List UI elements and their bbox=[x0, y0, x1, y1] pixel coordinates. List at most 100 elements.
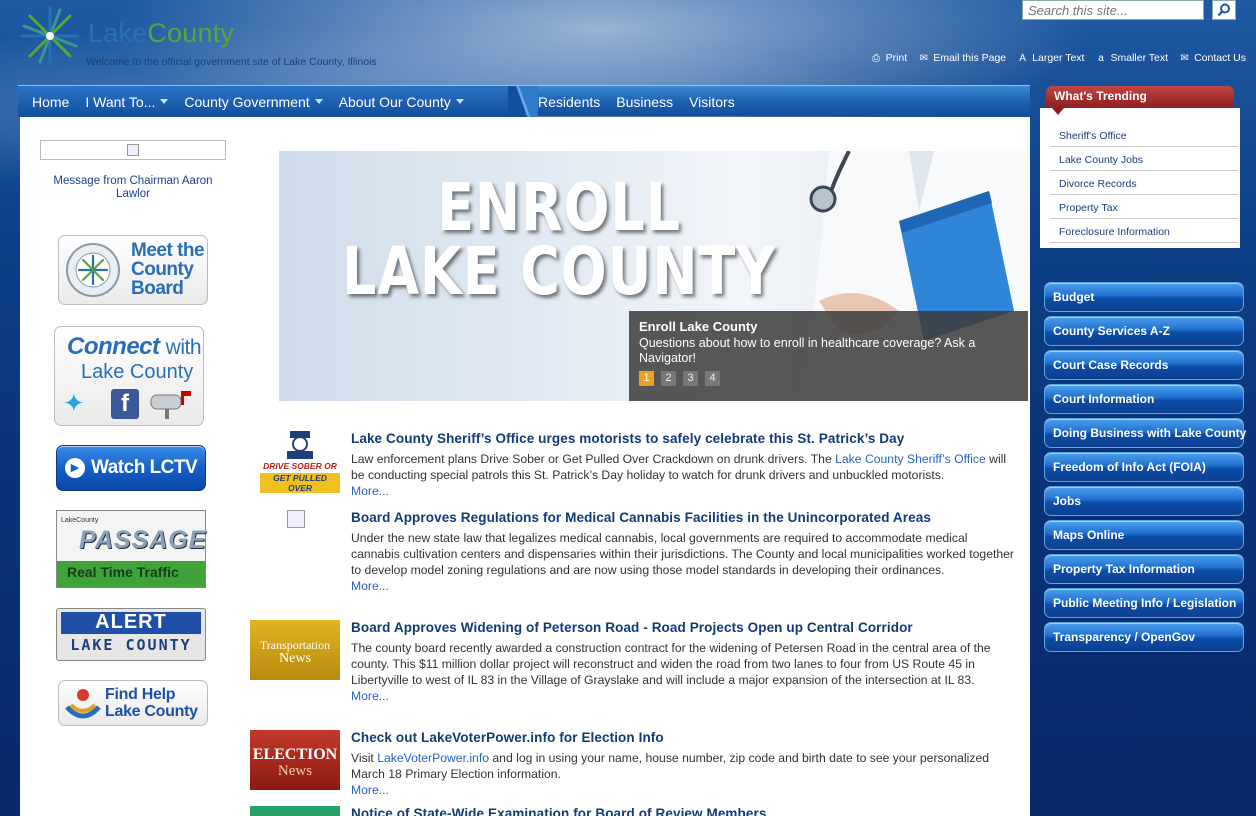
sheriff-office-link[interactable]: Lake County Sheriff’s Office bbox=[835, 452, 986, 466]
logo-starburst-icon bbox=[20, 6, 80, 66]
quick-link-jobs[interactable]: Jobs bbox=[1044, 486, 1244, 516]
email-page-link[interactable]: ✉ Email this Page bbox=[917, 52, 1006, 64]
news-description: The county board recently awarded a cons… bbox=[351, 640, 1019, 704]
smaller-text-link[interactable]: a Smaller Text bbox=[1094, 52, 1168, 64]
main-nav: Home I Want To... County Government Abou… bbox=[18, 85, 1030, 117]
main-nav-left: Home I Want To... County Government Abou… bbox=[18, 86, 518, 117]
slider-dot-1[interactable]: 1 bbox=[639, 371, 654, 386]
nav-residents[interactable]: Residents bbox=[530, 94, 608, 110]
news-item: DRIVE SOBER OR GET PULLED OVER Lake Coun… bbox=[250, 431, 1020, 501]
news-item: Notice of State-Wide Examination for Boa… bbox=[250, 806, 1020, 816]
envelope-icon: ✉ bbox=[1180, 52, 1189, 64]
trending-item[interactable]: Lake County Jobs bbox=[1050, 147, 1238, 171]
trending-item[interactable]: Sheriff's Office bbox=[1050, 123, 1238, 147]
hero-headline: ENROLL LAKE COUNTY bbox=[341, 169, 777, 310]
dropdown-caret-icon bbox=[160, 99, 169, 104]
whats-trending-list: Sheriff's Office Lake County Jobs Divorc… bbox=[1040, 108, 1240, 248]
more-link[interactable]: More... bbox=[351, 782, 1019, 798]
dropdown-caret-icon bbox=[455, 99, 464, 104]
news-thumbnail[interactable] bbox=[250, 806, 340, 816]
broken-image-icon bbox=[127, 144, 139, 156]
more-link[interactable]: More... bbox=[351, 688, 1019, 704]
hero-caption-text: Questions about how to enroll in healthc… bbox=[639, 336, 976, 365]
nav-business[interactable]: Business bbox=[608, 94, 681, 110]
slider-pagination: 1 2 3 4 bbox=[639, 371, 720, 386]
search-input[interactable] bbox=[1022, 0, 1204, 20]
larger-text-icon: A bbox=[1019, 52, 1026, 64]
news-item: Transportation News Board Approves Widen… bbox=[250, 620, 1020, 720]
quick-link-court-information[interactable]: Court Information bbox=[1044, 384, 1244, 414]
larger-text-link[interactable]: A Larger Text bbox=[1016, 52, 1084, 64]
dropdown-caret-icon bbox=[314, 99, 323, 104]
news-title[interactable]: Check out LakeVoterPower.info for Electi… bbox=[351, 730, 664, 745]
email-icon: ✉ bbox=[919, 52, 928, 64]
play-icon: ▶ bbox=[65, 458, 85, 478]
trending-item[interactable]: Property Tax bbox=[1050, 195, 1238, 219]
main-nav-right: Residents Business Visitors bbox=[530, 86, 743, 117]
quick-link-budget[interactable]: Budget bbox=[1044, 282, 1244, 312]
election-news-thumbnail[interactable]: ELECTION News bbox=[250, 730, 340, 790]
news-item: Board Approves Regulations for Medical C… bbox=[250, 510, 1020, 610]
print-link[interactable]: ⎙ Print bbox=[870, 52, 907, 64]
whats-trending-header: What's Trending bbox=[1046, 86, 1234, 108]
nav-home[interactable]: Home bbox=[18, 94, 77, 110]
transportation-news-thumbnail[interactable]: Transportation News bbox=[250, 620, 340, 680]
nav-about-our-county[interactable]: About Our County bbox=[331, 94, 472, 110]
contact-us-link[interactable]: ✉ Contact Us bbox=[1178, 52, 1246, 64]
hero-caption: Enroll Lake County Questions about how t… bbox=[629, 311, 1028, 401]
more-link[interactable]: More... bbox=[351, 483, 1019, 499]
quick-link-court-case-records[interactable]: Court Case Records bbox=[1044, 350, 1244, 380]
hero-slider[interactable]: ENROLL LAKE COUNTY Enroll Lake County Qu… bbox=[279, 151, 1028, 401]
facebook-icon[interactable]: f bbox=[111, 389, 139, 419]
news-description: Visit LakeVoterPower.info and log in usi… bbox=[351, 750, 1019, 798]
site-tagline: Welcome to the official government site … bbox=[86, 56, 377, 68]
passage-traffic-badge[interactable]: LakeCounty PASSAGE Real Time Traffic bbox=[56, 510, 206, 588]
officer-icon bbox=[287, 431, 313, 459]
chairman-message-link[interactable]: Message from Chairman Aaron Lawlor bbox=[36, 175, 230, 201]
watch-lctv-button[interactable]: ▶ Watch LCTV bbox=[56, 445, 206, 491]
slider-dot-4[interactable]: 4 bbox=[705, 371, 720, 386]
quick-link-county-services[interactable]: County Services A-Z bbox=[1044, 316, 1244, 346]
trending-item[interactable]: Foreclosure Information bbox=[1050, 219, 1238, 243]
mailbox-icon[interactable] bbox=[149, 389, 193, 419]
news-title[interactable]: Board Approves Widening of Peterson Road… bbox=[351, 620, 913, 635]
printer-icon: ⎙ bbox=[872, 52, 881, 64]
find-help-hands-icon bbox=[65, 689, 101, 719]
nav-visitors[interactable]: Visitors bbox=[681, 94, 743, 110]
trending-item[interactable]: Divorce Records bbox=[1050, 171, 1238, 195]
slider-dot-3[interactable]: 3 bbox=[683, 371, 698, 386]
news-item: ELECTION News Check out LakeVoterPower.i… bbox=[250, 730, 1020, 800]
quick-link-public-meeting[interactable]: Public Meeting Info / Legislation bbox=[1044, 588, 1244, 618]
news-title[interactable]: Notice of State-Wide Examination for Boa… bbox=[351, 806, 766, 816]
find-help-badge[interactable]: Find Help Lake County bbox=[58, 680, 208, 726]
connect-social-badge[interactable]: Connect with Lake County ✦ f bbox=[54, 326, 204, 426]
quick-link-property-tax[interactable]: Property Tax Information bbox=[1044, 554, 1244, 584]
quick-link-doing-business[interactable]: Doing Business with Lake County bbox=[1044, 418, 1246, 448]
lakevoterpower-link[interactable]: LakeVoterPower.info bbox=[377, 751, 489, 765]
county-seal-icon bbox=[66, 243, 120, 297]
hero-caption-title[interactable]: Enroll Lake County bbox=[639, 319, 1018, 334]
news-title[interactable]: Lake County Sheriff’s Office urges motor… bbox=[351, 431, 904, 446]
nav-i-want-to[interactable]: I Want To... bbox=[77, 94, 176, 110]
quick-link-transparency[interactable]: Transparency / OpenGov bbox=[1044, 622, 1244, 652]
chairman-image[interactable] bbox=[40, 140, 226, 160]
trending-pointer bbox=[1052, 108, 1064, 115]
nav-county-government[interactable]: County Government bbox=[176, 94, 330, 110]
search-button[interactable] bbox=[1212, 0, 1236, 20]
news-description: Under the new state law that legalizes m… bbox=[351, 530, 1019, 594]
search-icon bbox=[1217, 3, 1230, 17]
alert-lake-county-badge[interactable]: ALERT LAKE COUNTY bbox=[56, 608, 206, 661]
site-logo[interactable]: LakeCounty Welcome to the official gover… bbox=[18, 4, 418, 70]
utility-links: ⎙ Print ✉ Email this Page A Larger Text … bbox=[870, 52, 1246, 64]
news-description: Law enforcement plans Drive Sober or Get… bbox=[351, 451, 1019, 499]
more-link[interactable]: More... bbox=[351, 578, 1019, 594]
slider-dot-2[interactable]: 2 bbox=[661, 371, 676, 386]
quick-link-maps-online[interactable]: Maps Online bbox=[1044, 520, 1244, 550]
twitter-icon[interactable]: ✦ bbox=[63, 389, 101, 417]
quick-link-foia[interactable]: Freedom of Info Act (FOIA) bbox=[1044, 452, 1244, 482]
logo-wordmark: LakeCounty bbox=[88, 18, 235, 48]
smaller-text-icon: a bbox=[1098, 52, 1104, 64]
meet-county-board-badge[interactable]: Meet the County Board bbox=[58, 235, 208, 305]
drive-sober-thumbnail[interactable]: DRIVE SOBER OR GET PULLED OVER bbox=[260, 431, 340, 493]
news-title[interactable]: Board Approves Regulations for Medical C… bbox=[351, 510, 931, 525]
